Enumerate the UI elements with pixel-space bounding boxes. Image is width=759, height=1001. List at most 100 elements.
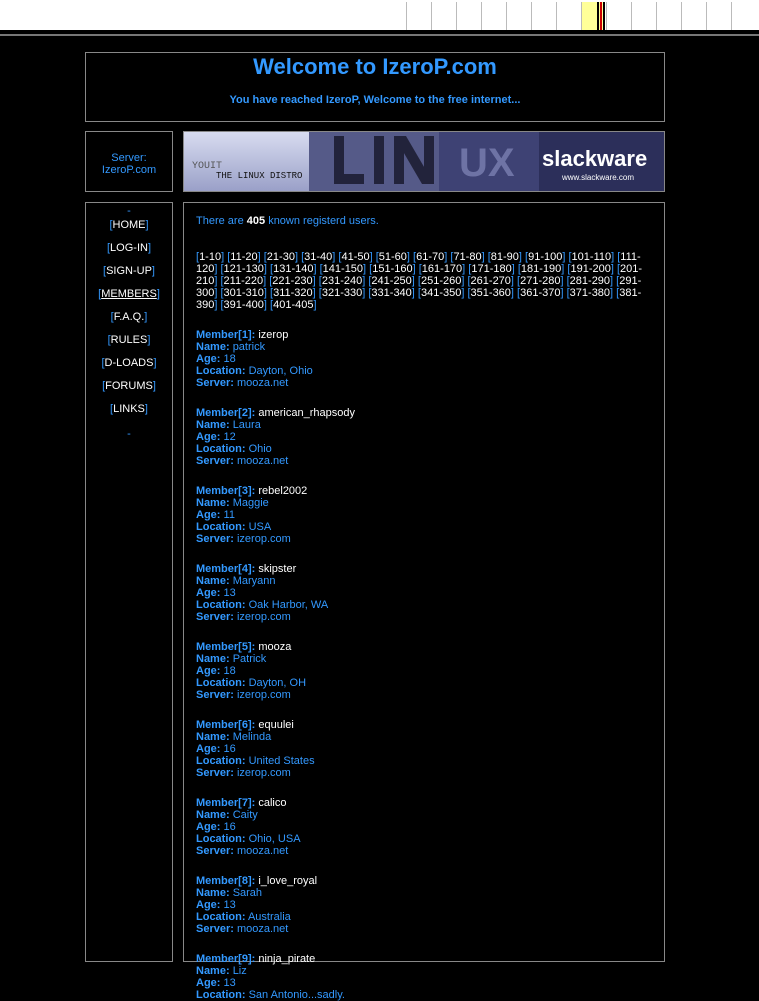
page-link[interactable]: [331-340] (368, 287, 415, 299)
member-name-key: Name: (196, 653, 230, 665)
page-link[interactable]: [131-140] (270, 263, 317, 275)
nav-item-d-loads[interactable]: [D-LOADS] (86, 357, 172, 380)
page-link[interactable]: [271-280] (517, 275, 564, 287)
nav-item-sign-up[interactable]: [SIGN-UP] (86, 265, 172, 288)
nav-item-home[interactable]: [HOME] (86, 219, 172, 242)
member-name: Sarah (232, 887, 263, 899)
page-link[interactable]: [341-350] (418, 287, 465, 299)
page-link[interactable]: [1-10] (196, 251, 224, 263)
nav-item-links[interactable]: [LINKS] (86, 403, 172, 426)
page-link[interactable]: [221-230] (269, 275, 316, 287)
page-link[interactable]: [11-20] (227, 251, 260, 263)
page-link[interactable]: [191-200] (567, 263, 614, 275)
page-link[interactable]: [41-50] (338, 251, 372, 263)
member-handle-key: Member[9]: (196, 953, 256, 965)
page-link[interactable]: [141-150] (320, 263, 367, 275)
page-link[interactable]: [61-70] (413, 251, 447, 263)
page-link[interactable]: [101-110] (568, 251, 614, 263)
top-bar-cell (431, 2, 455, 30)
page-link[interactable]: [151-160] (369, 263, 416, 275)
member-location-row: Location: Oak Harbor, WA (196, 599, 652, 611)
member-age: 16 (223, 821, 236, 833)
top-bar-cell (481, 2, 505, 30)
nav-top-dash: - (127, 205, 131, 217)
member-server-key: Server: (196, 689, 234, 701)
member-name-key: Name: (196, 965, 230, 977)
page-link[interactable]: [231-240] (319, 275, 366, 287)
page-link[interactable]: [161-170] (419, 263, 466, 275)
top-bar-cell (731, 2, 755, 30)
member-location: San Antonio...sadly. (248, 989, 345, 1001)
page-link[interactable]: [361-370] (517, 287, 564, 299)
member-handle: skipster (258, 563, 297, 575)
member-entry: Member[5]: mooza Name: Patrick Age: 18 Loca… (196, 641, 652, 701)
page-link[interactable]: [281-290] (567, 275, 614, 287)
page-link[interactable]: [71-80] (450, 251, 484, 263)
member-handle-key: Member[1]: (196, 329, 256, 341)
member-age-row: Age: 11 (196, 509, 652, 521)
member-age-key: Age: (196, 353, 221, 365)
member-location: USA (248, 521, 272, 533)
member-name: Melinda (232, 731, 272, 743)
member-server-key: Server: (196, 923, 234, 935)
page-link[interactable]: [261-270] (467, 275, 514, 287)
banner-brand: slackware (542, 146, 647, 171)
top-bar-stripes (583, 2, 607, 30)
top-bar-cell (406, 2, 430, 30)
member-location-key: Location: (196, 599, 246, 611)
page-link[interactable]: [301-310] (220, 287, 267, 299)
member-server-row: Server: mooza.net (196, 923, 652, 935)
member-handle: rebel2002 (258, 485, 308, 497)
page-link[interactable]: [311-320] (270, 287, 316, 299)
top-bar-cell (456, 2, 480, 30)
page-link[interactable]: [81-90] (488, 251, 522, 263)
member-server-row: Server: mooza.net (196, 455, 652, 467)
member-age-row: Age: 18 (196, 353, 652, 365)
member-name-key: Name: (196, 341, 230, 353)
server-box: Server: IzeroP.com (85, 131, 173, 192)
member-server-key: Server: (196, 377, 234, 389)
nav-bottom-dash: - (127, 428, 131, 440)
nav-item-rules[interactable]: [RULES] (86, 334, 172, 357)
slackware-banner[interactable]: UX YOUIT THE LINUX DISTRO slackware www.… (183, 131, 665, 192)
page-link[interactable]: [321-330] (319, 287, 366, 299)
member-age-row: Age: 13 (196, 587, 652, 599)
member-handle-row: Member[7]: calico (196, 797, 652, 809)
banner-url: www.slackware.com (561, 173, 634, 182)
member-server: mooza.net (236, 455, 289, 467)
member-age-key: Age: (196, 509, 221, 521)
member-handle: american_rhapsody (258, 407, 355, 419)
page-link[interactable]: [351-360] (467, 287, 514, 299)
page-link[interactable]: [91-100] (525, 251, 565, 263)
member-entry: Member[3]: rebel2002 Name: Maggie Age: 11 L… (196, 485, 652, 545)
page-link[interactable]: [181-190] (518, 263, 565, 275)
member-list: Member[1]: izerop Name: patrick Age: 18 Loc… (196, 329, 652, 1001)
page-link[interactable]: [121-130] (220, 263, 267, 275)
member-entry: Member[8]: i_love_royal Name: Sarah Age: 1… (196, 875, 652, 935)
nav-item-members[interactable]: [MEMBERS] (86, 288, 172, 311)
nav-item-forums[interactable]: [FORUMS] (86, 380, 172, 403)
page-link[interactable]: [391-400] (220, 299, 267, 311)
member-handle: mooza (258, 641, 292, 653)
page-link[interactable]: [51-60] (376, 251, 410, 263)
member-name-key: Name: (196, 575, 230, 587)
member-location-key: Location: (196, 365, 246, 377)
page-link[interactable]: [211-220] (220, 275, 266, 287)
member-age-key: Age: (196, 431, 221, 443)
page-link[interactable]: [241-250] (368, 275, 415, 287)
member-handle: equulei (258, 719, 294, 731)
page-link[interactable]: [251-260] (418, 275, 465, 287)
member-location: Ohio (248, 443, 272, 455)
nav-item-log-in[interactable]: [LOG-IN] (86, 242, 172, 265)
page-link[interactable]: [171-180] (468, 263, 515, 275)
page-link[interactable]: [21-30] (264, 251, 298, 263)
member-age-row: Age: 16 (196, 743, 652, 755)
page-link[interactable]: [31-40] (301, 251, 335, 263)
nav-item-faq[interactable]: [F.A.Q.] (86, 311, 172, 334)
page-link[interactable]: [401-405] (270, 299, 317, 311)
member-handle-key: Member[5]: (196, 641, 256, 653)
page-link[interactable]: [371-380] (567, 287, 614, 299)
member-handle-row: Member[6]: equulei (196, 719, 652, 731)
member-age-key: Age: (196, 899, 221, 911)
member-location-row: Location: Ohio, USA (196, 833, 652, 845)
